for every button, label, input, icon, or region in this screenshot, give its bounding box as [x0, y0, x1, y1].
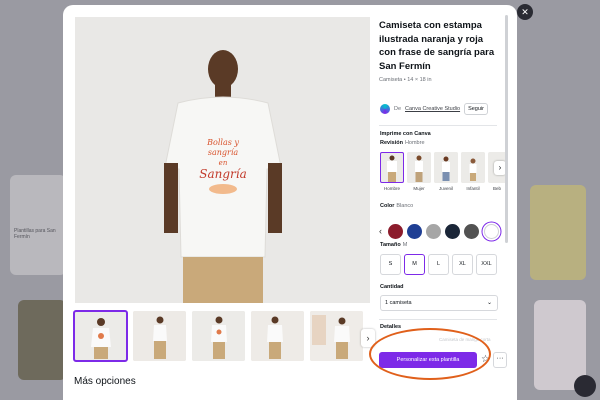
revision-value: Hombre [404, 140, 425, 146]
creator-prefix: De [394, 106, 402, 112]
thumbnail[interactable] [192, 311, 245, 361]
style-label: Hombre [383, 186, 400, 191]
style-option-mujer[interactable]: Mujer [407, 152, 431, 191]
thumbnail[interactable] [73, 310, 128, 362]
style-thumbnail [434, 152, 458, 183]
size-option[interactable]: L [428, 254, 449, 275]
thumbnail-strip [73, 310, 374, 363]
thumbnail[interactable] [133, 311, 186, 361]
style-thumbnail [461, 152, 485, 183]
thumbnail[interactable] [310, 311, 363, 361]
panel-scrollbar[interactable] [505, 15, 508, 243]
style-option-hombre[interactable]: Hombre [380, 152, 404, 191]
style-label: Juvenil [438, 186, 453, 191]
size-option[interactable]: XXL [476, 254, 497, 275]
size-option-selected[interactable]: M [404, 254, 425, 275]
background-card[interactable] [18, 300, 66, 380]
color-swatch[interactable] [407, 224, 422, 239]
style-thumbnail [380, 152, 404, 183]
color-swatch[interactable] [445, 224, 460, 239]
shirt-print-line3: en [219, 159, 228, 167]
revision-label: Revisión Hombre [380, 140, 425, 146]
color-label: Color Blanco [380, 203, 413, 209]
size-label-text: Tamaño [380, 242, 401, 248]
color-swatch-selected[interactable] [484, 224, 499, 239]
product-title: Camiseta con estampa ilustrada naranja y… [379, 20, 495, 72]
help-badge[interactable] [574, 375, 596, 397]
style-option-infantil[interactable]: Infantil [461, 152, 485, 191]
close-button[interactable]: ✕ [517, 4, 533, 20]
style-option-juvenil[interactable]: Juvenil [434, 152, 458, 191]
color-label-text: Color [380, 203, 395, 209]
style-label: Infantil [466, 186, 480, 191]
size-value: M [402, 242, 408, 248]
shirt-print-line2: sangría [208, 148, 239, 157]
creator-row: De Canva Creative Studio Seguir [380, 103, 488, 115]
background-card[interactable] [10, 175, 66, 275]
revision-label-text: Revisión [380, 140, 403, 146]
style-label: Mujer [413, 186, 425, 191]
divider [379, 319, 497, 320]
quantity-label: Cantidad [380, 284, 404, 290]
color-swatch[interactable] [464, 224, 479, 239]
size-label: Tamaño M [380, 242, 407, 248]
color-swatches: ‹ [379, 222, 507, 242]
style-thumbnail [407, 152, 431, 183]
color-swatch[interactable] [388, 224, 403, 239]
more-actions-button[interactable]: ··· [493, 352, 507, 368]
shirt-print-line4: Sangría [199, 167, 247, 181]
follow-button[interactable]: Seguir [464, 103, 488, 115]
chevron-down-icon: ⌄ [486, 300, 492, 306]
details-label[interactable]: Detalles [380, 324, 401, 330]
color-swatch[interactable] [426, 224, 441, 239]
size-selector: S M L XL XXL [380, 254, 500, 276]
size-option[interactable]: S [380, 254, 401, 275]
colors-prev-button[interactable]: ‹ [379, 226, 382, 236]
style-label: Beb [492, 186, 501, 191]
color-value: Blanco [396, 203, 414, 209]
print-heading: Imprime con Canva [380, 131, 431, 137]
product-main-image: Bollas y sangría en Sangría [75, 17, 370, 303]
highlight-annotation [369, 328, 491, 380]
creator-avatar[interactable] [380, 104, 390, 114]
product-subtitle: Camiseta • 14 × 18 in [379, 77, 432, 83]
thumbnail[interactable] [251, 311, 304, 361]
quantity-select[interactable]: 1 camiseta ⌄ [380, 295, 498, 311]
quantity-value: 1 camiseta [385, 300, 412, 306]
creator-link[interactable]: Canva Creative Studio [405, 106, 460, 112]
more-options-heading: Más opciones [74, 376, 136, 387]
background-caption: Plantillas para San Fermín [14, 228, 56, 240]
size-option[interactable]: XL [452, 254, 473, 275]
shirt-print-line1: Bollas y [206, 138, 239, 147]
divider [379, 125, 497, 126]
style-selector: Hombre Mujer Juvenil Infantil Beb › [380, 152, 508, 196]
background-card[interactable] [530, 185, 586, 280]
model-photo: Bollas y sangría en Sangría [75, 17, 370, 303]
